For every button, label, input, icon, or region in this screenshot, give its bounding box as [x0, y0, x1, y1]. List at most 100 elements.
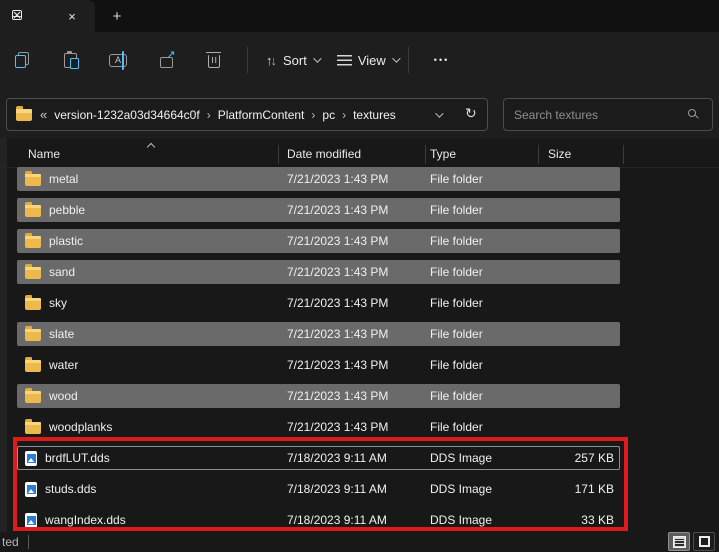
- see-more-button[interactable]: •••: [424, 44, 459, 76]
- search-placeholder: Search textures: [514, 107, 599, 122]
- status-bar: ted: [0, 532, 719, 552]
- breadcrumb-version[interactable]: version-1232a03d34664c0f: [54, 108, 199, 122]
- column-header-type[interactable]: Type: [430, 147, 456, 161]
- file-name: pebble: [49, 203, 86, 217]
- folder-icon: [25, 356, 41, 372]
- folder-row[interactable]: woodplanks 7/21/2023 1:43 PM File folder: [17, 415, 620, 439]
- details-view-button[interactable]: [668, 532, 690, 551]
- file-list: Name Date modified Type Size metal 7/21/…: [0, 138, 719, 532]
- view-label: View: [357, 52, 386, 68]
- column-divider[interactable]: [623, 145, 624, 164]
- dds-file-icon: [25, 512, 37, 528]
- command-bar: A ↗ ↑ ↓ Sort View •••: [0, 32, 719, 88]
- type-cell: DDS Image: [430, 482, 493, 496]
- share-arrow-icon: ↗: [166, 48, 176, 61]
- file-name: sky: [49, 296, 67, 310]
- column-divider[interactable]: [425, 145, 426, 164]
- file-name: sand: [49, 265, 76, 279]
- folder-row[interactable]: water 7/21/2023 1:43 PM File folder: [17, 353, 620, 377]
- file-name: slate: [49, 327, 75, 341]
- breadcrumb-separator-icon: ›: [206, 107, 211, 122]
- view-button[interactable]: View: [328, 44, 407, 76]
- type-cell: DDS Image: [430, 451, 493, 465]
- folder-icon: [25, 418, 41, 434]
- copy-button[interactable]: [6, 44, 38, 76]
- file-name: brdfLUT.dds: [45, 451, 110, 465]
- date-modified-cell: 7/21/2023 1:43 PM: [287, 327, 389, 341]
- breadcrumb-textures[interactable]: textures: [353, 108, 396, 122]
- close-icon: ×: [12, 6, 22, 24]
- folder-icon: [25, 387, 41, 403]
- address-dropdown-chevron-icon[interactable]: [435, 109, 444, 118]
- folder-row[interactable]: plastic 7/21/2023 1:43 PM File folder: [17, 229, 620, 253]
- file-row[interactable]: brdfLUT.dds 7/18/2023 9:11 AM DDS Image …: [17, 446, 620, 470]
- column-header-name[interactable]: Name: [28, 147, 60, 161]
- chevron-down-icon: [391, 54, 401, 63]
- folder-row[interactable]: slate 7/21/2023 1:43 PM File folder: [17, 322, 620, 346]
- file-name: water: [49, 358, 79, 372]
- new-tab-button[interactable]: +: [106, 6, 128, 26]
- location-folder-icon[interactable]: [16, 106, 32, 121]
- breadcrumb-platformcontent[interactable]: PlatformContent: [218, 108, 305, 122]
- size-cell: 171 KB: [574, 482, 614, 496]
- rename-button[interactable]: A: [102, 44, 134, 76]
- file-name: wangIndex.dds: [45, 513, 126, 527]
- date-modified-cell: 7/21/2023 1:43 PM: [287, 358, 389, 372]
- file-name: plastic: [49, 234, 84, 248]
- type-cell: File folder: [430, 203, 483, 217]
- date-modified-cell: 7/21/2023 1:43 PM: [287, 172, 389, 186]
- file-row[interactable]: studs.dds 7/18/2023 9:11 AM DDS Image 17…: [17, 477, 620, 501]
- share-icon: ↗: [159, 49, 176, 68]
- type-cell: DDS Image: [430, 513, 493, 527]
- breadcrumb-separator-icon: ›: [342, 107, 347, 122]
- pane-divider: [0, 138, 7, 532]
- search-icon: [688, 109, 696, 117]
- address-bar[interactable]: « version-1232a03d34664c0f › PlatformCon…: [6, 98, 488, 131]
- column-divider[interactable]: [538, 145, 539, 164]
- paste-icon: [63, 51, 79, 69]
- type-cell: File folder: [430, 420, 483, 434]
- column-header-size[interactable]: Size: [548, 147, 571, 161]
- breadcrumb-overflow-button[interactable]: «: [40, 107, 47, 122]
- close-button[interactable]: ×: [0, 0, 34, 30]
- paste-button[interactable]: [54, 44, 86, 76]
- type-cell: File folder: [430, 172, 483, 186]
- folder-row[interactable]: sky 7/21/2023 1:43 PM File folder: [17, 291, 620, 315]
- date-modified-cell: 7/18/2023 9:11 AM: [287, 482, 387, 496]
- folder-icon: [25, 232, 41, 248]
- sort-arrows-icon: ↑ ↓: [266, 53, 277, 68]
- sort-button[interactable]: ↑ ↓ Sort: [257, 44, 328, 76]
- folder-row[interactable]: pebble 7/21/2023 1:43 PM File folder: [17, 198, 620, 222]
- refresh-button[interactable]: ↻: [465, 105, 477, 122]
- folder-row[interactable]: metal 7/21/2023 1:43 PM File folder: [17, 167, 620, 191]
- type-cell: File folder: [430, 389, 483, 403]
- chevron-down-icon: [313, 54, 322, 63]
- column-header-date-modified[interactable]: Date modified: [287, 147, 361, 161]
- type-cell: File folder: [430, 296, 483, 310]
- sort-ascending-icon: [146, 142, 156, 152]
- share-button[interactable]: ↗: [150, 44, 182, 76]
- toolbar-separator: [407, 47, 409, 73]
- search-input[interactable]: Search textures: [503, 98, 713, 131]
- sort-label: Sort: [283, 52, 307, 68]
- file-name: woodplanks: [49, 420, 113, 434]
- file-row[interactable]: wangIndex.dds 7/18/2023 9:11 AM DDS Imag…: [17, 508, 620, 532]
- folder-row[interactable]: wood 7/21/2023 1:43 PM File folder: [17, 384, 620, 408]
- details-view-icon: [672, 535, 686, 548]
- type-cell: File folder: [430, 234, 483, 248]
- folder-icon: [25, 263, 41, 279]
- size-cell: 33 KB: [581, 513, 614, 527]
- view-lines-icon: [336, 54, 352, 66]
- tab-close-icon[interactable]: ×: [62, 7, 82, 25]
- breadcrumb-separator-icon: ›: [311, 107, 316, 122]
- size-cell: 257 KB: [574, 451, 614, 465]
- dds-file-icon: [25, 450, 37, 466]
- sort-down-arrow: ↓: [270, 52, 278, 68]
- folder-icon: [25, 201, 41, 217]
- breadcrumb-pc[interactable]: pc: [322, 108, 335, 122]
- delete-button[interactable]: [198, 44, 230, 76]
- large-icons-view-button[interactable]: [693, 532, 715, 551]
- column-divider[interactable]: [278, 145, 279, 164]
- date-modified-cell: 7/18/2023 9:11 AM: [287, 513, 387, 527]
- folder-row[interactable]: sand 7/21/2023 1:43 PM File folder: [17, 260, 620, 284]
